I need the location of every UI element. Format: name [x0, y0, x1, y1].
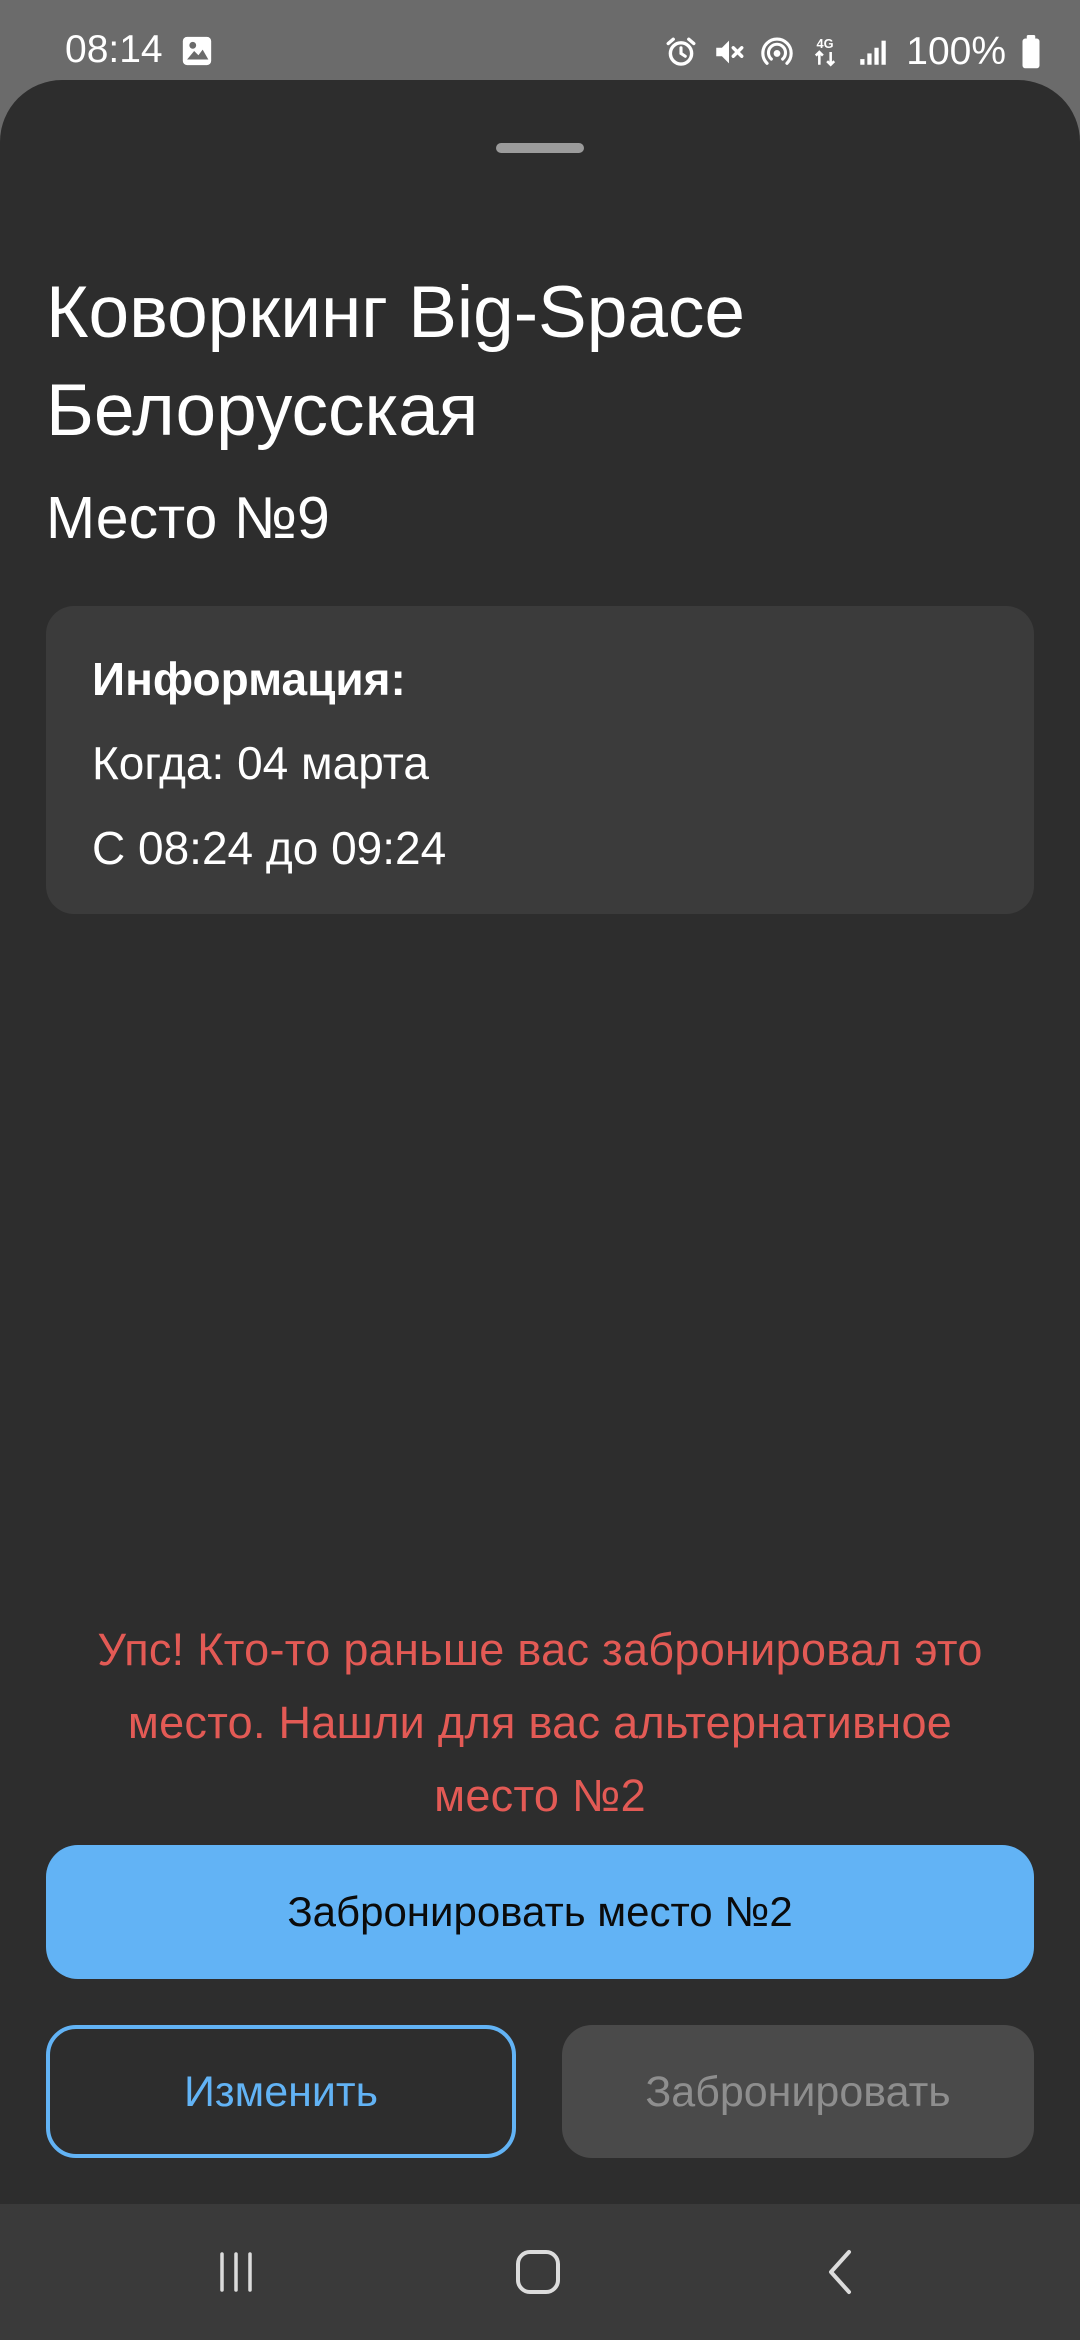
network-4g-icon: 4G — [815, 36, 836, 67]
home-icon — [516, 2250, 560, 2294]
booking-conflict-message: Упс! Кто-то раньше вас забронировал это … — [97, 1624, 983, 1821]
edit-button-label: Изменить — [184, 2067, 378, 2116]
battery-percentage: 100% — [906, 30, 1006, 73]
home-button[interactable] — [478, 2232, 598, 2312]
book-button-label: Забронировать — [645, 2067, 951, 2116]
status-time: 08:14 — [65, 28, 163, 71]
book-alternative-seat-button[interactable]: Забронировать место №2 — [46, 1845, 1034, 1979]
info-title: Информация: — [92, 653, 406, 705]
alarm-icon — [666, 37, 696, 66]
back-icon — [829, 2250, 851, 2294]
mute-icon — [716, 40, 744, 64]
booking-info-card: Информация: Когда: 04 марта С 08:24 до 0… — [46, 606, 1034, 914]
drag-handle[interactable] — [496, 143, 584, 153]
booking-date: Когда: 04 марта — [92, 737, 429, 789]
book-button: Забронировать — [562, 2025, 1034, 2158]
recent-apps-button[interactable] — [176, 2232, 296, 2312]
status-bar: 08:14 4G 100% — [0, 0, 1080, 80]
status-icons: 4G 100% — [664, 24, 1042, 80]
booking-time-range: С 08:24 до 09:24 — [92, 822, 447, 874]
battery-icon — [1022, 35, 1040, 69]
coworking-title: Коворкинг Big-Space Белорусская — [46, 272, 746, 451]
seat-title: Место №9 — [46, 485, 330, 551]
recent-apps-icon — [220, 2252, 252, 2292]
gallery-icon — [182, 36, 212, 66]
system-navigation-bar — [0, 2204, 1080, 2340]
back-button[interactable] — [780, 2232, 900, 2312]
book-alternative-seat-label: Забронировать место №2 — [287, 1888, 793, 1935]
signal-icon — [860, 40, 886, 65]
edit-button[interactable]: Изменить — [46, 2025, 516, 2158]
svg-text:4G: 4G — [817, 36, 834, 51]
hotspot-icon — [761, 37, 793, 65]
booking-bottom-sheet: Коворкинг Big-Space Белорусская Место №9… — [0, 80, 1080, 2204]
